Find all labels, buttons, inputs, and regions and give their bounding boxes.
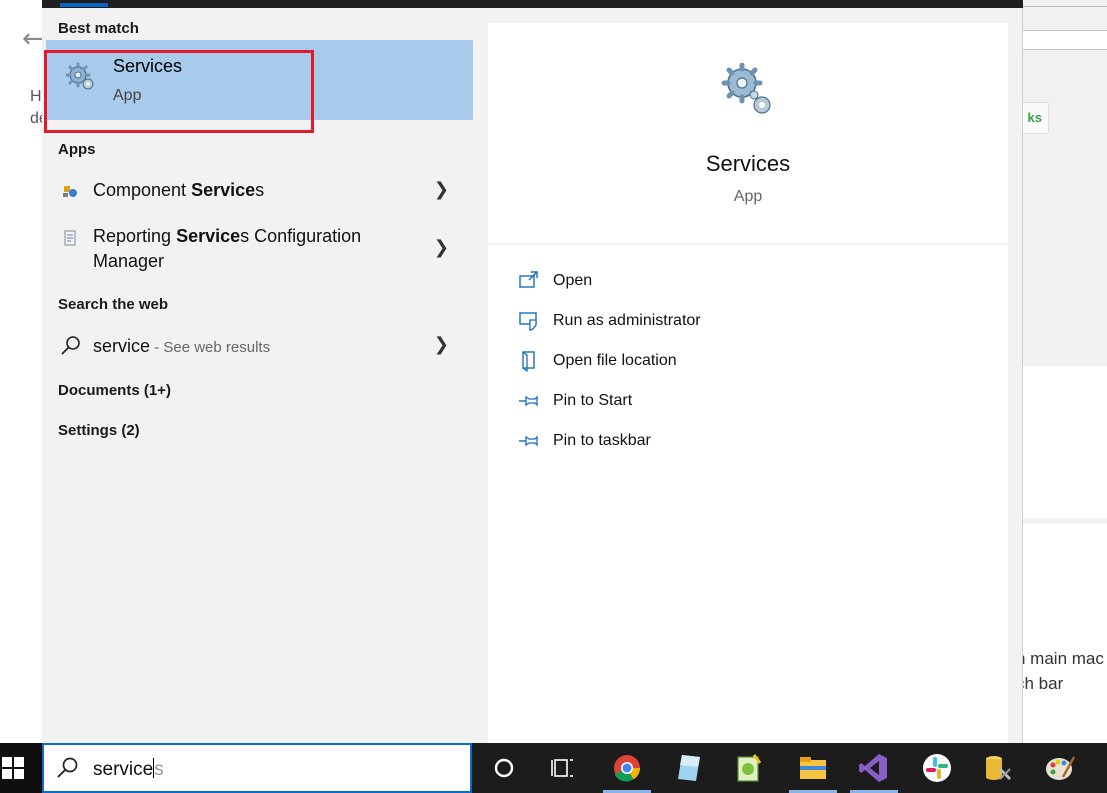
notepad-plus-icon[interactable]: [732, 751, 766, 785]
azure-data-studio-icon[interactable]: [672, 751, 706, 785]
chrome-icon[interactable]: [610, 751, 644, 785]
background-card: [1022, 366, 1107, 518]
component-services-icon: [63, 186, 77, 197]
label-part: s Configuration: [240, 226, 362, 246]
search-autocomplete-text: s: [154, 759, 164, 780]
preview-pane: Services App Open Run as administrator O…: [488, 23, 1008, 743]
divider: [1022, 6, 1107, 7]
active-tab-indicator: [60, 3, 108, 7]
action-label: Open file location: [553, 352, 677, 369]
app-item-label: Component Services: [93, 178, 264, 203]
background-right-panel: ks n main mac ch bar: [1016, 0, 1107, 743]
cortana-icon[interactable]: [487, 751, 521, 785]
best-match-heading: Best match: [58, 20, 139, 37]
paint-icon[interactable]: [1043, 751, 1077, 785]
label-part: Reporting: [93, 226, 177, 246]
taskbar: services: [0, 743, 1107, 793]
background-input[interactable]: [1022, 30, 1107, 50]
label-part: Manager: [93, 251, 165, 271]
background-text-line: n main mac: [1016, 649, 1104, 668]
sql-tool-icon[interactable]: [980, 751, 1014, 785]
slack-icon[interactable]: [920, 751, 954, 785]
search-icon: [57, 757, 78, 778]
windows-logo-icon: [2, 757, 24, 779]
background-button[interactable]: ks: [1022, 102, 1049, 134]
chevron-right-icon[interactable]: ❯: [434, 237, 449, 258]
search-typed-text: service: [93, 759, 154, 780]
background-text-line: ch bar: [1016, 674, 1064, 693]
file-explorer-icon[interactable]: [796, 751, 830, 785]
gears-icon: [721, 63, 771, 114]
action-run-as-admin[interactable]: Run as administrator: [514, 308, 914, 336]
visual-studio-icon[interactable]: [857, 751, 891, 785]
action-label: Run as administrator: [553, 312, 701, 329]
action-label: Pin to Start: [553, 392, 633, 409]
chevron-right-icon[interactable]: ❯: [434, 179, 449, 200]
background-card: [1022, 524, 1107, 743]
web-suffix: - See web results: [150, 339, 271, 356]
action-open-file-location[interactable]: Open file location: [514, 348, 914, 376]
label-match: Service: [191, 180, 256, 200]
search-web-heading: Search the web: [58, 296, 169, 313]
report-config-icon: [64, 230, 76, 246]
preview-title: Services: [705, 151, 791, 176]
open-icon: [519, 271, 538, 288]
label-part: s: [255, 180, 265, 200]
highlight-box: [44, 50, 314, 133]
start-menu-top-bar: [42, 0, 1023, 8]
label-part: Component: [93, 180, 192, 200]
file-location-icon: [522, 351, 535, 372]
label-match: Service: [176, 226, 241, 246]
apps-heading: Apps: [58, 141, 96, 158]
search-query: services: [93, 758, 164, 781]
documents-heading[interactable]: Documents (1+): [58, 382, 171, 399]
action-label: Pin to taskbar: [553, 432, 651, 449]
action-open[interactable]: Open: [514, 268, 914, 296]
settings-heading[interactable]: Settings (2): [58, 422, 140, 439]
back-arrow-icon[interactable]: ←: [22, 24, 44, 54]
app-item-component-services[interactable]: Component Services ❯: [46, 175, 473, 209]
pin-icon: [519, 395, 538, 407]
chevron-right-icon[interactable]: ❯: [434, 334, 449, 355]
action-pin-to-start[interactable]: Pin to Start: [514, 388, 914, 416]
action-pin-to-taskbar[interactable]: Pin to taskbar: [514, 428, 914, 456]
search-icon: [61, 336, 80, 355]
app-item-reporting-services-config[interactable]: Reporting Services Configuration Manager …: [46, 222, 473, 278]
pin-icon: [519, 435, 538, 447]
web-search-item[interactable]: service - See web results ❯: [46, 330, 473, 364]
preview-subtitle: App: [733, 188, 763, 205]
background-text: n main mac ch bar: [1016, 646, 1104, 696]
taskbar-search-input[interactable]: services: [42, 743, 472, 793]
web-query: service: [93, 336, 151, 356]
app-item-label: Reporting Services Configuration Manager: [93, 224, 361, 274]
start-button[interactable]: [0, 743, 42, 793]
divider: [488, 243, 1008, 245]
web-search-label: service - See web results: [93, 334, 270, 360]
shield-icon: [519, 312, 537, 331]
action-label: Open: [553, 272, 593, 289]
task-view-icon[interactable]: [546, 751, 580, 785]
